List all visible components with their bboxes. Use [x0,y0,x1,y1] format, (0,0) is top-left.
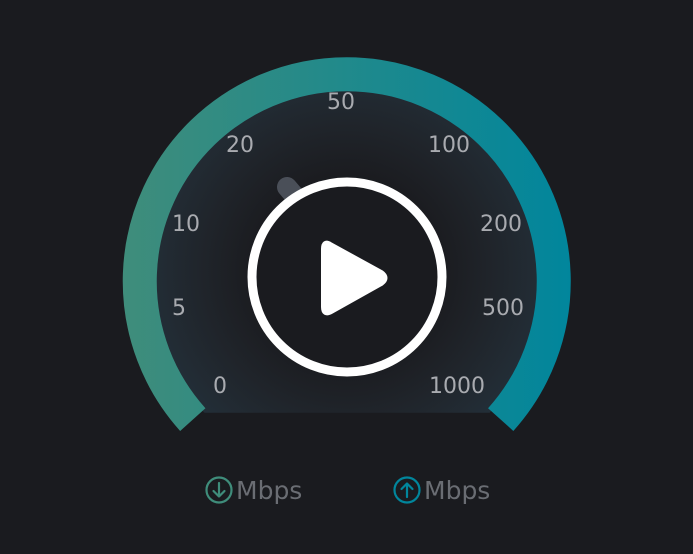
tick-label-20: 20 [226,133,254,158]
arrow-up-circle-icon [393,476,421,504]
download-speed-unit: Mbps [204,472,302,508]
play-button[interactable] [247,177,447,377]
upload-unit-label: Mbps [424,475,491,505]
tick-label-500: 500 [482,296,524,321]
arrow-down-circle-icon [205,476,233,504]
tick-label-50: 50 [327,90,355,115]
tick-label-10: 10 [172,212,200,237]
download-unit-label: Mbps [236,475,303,505]
tick-label-200: 200 [480,212,522,237]
tick-label-5: 5 [172,296,186,321]
tick-label-0: 0 [213,374,227,399]
tick-label-100: 100 [428,133,470,158]
upload-speed-unit: Mbps [392,472,490,508]
speedometer-gauge: 0 5 10 20 50 100 200 500 1000 [122,57,571,431]
tick-label-1000: 1000 [429,374,485,399]
